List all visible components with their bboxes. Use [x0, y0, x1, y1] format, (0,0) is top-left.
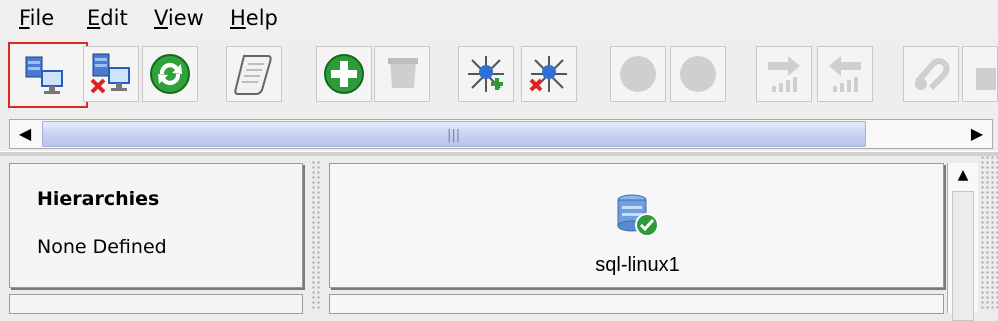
circle-icon	[680, 56, 716, 92]
scroll-up-arrow-icon[interactable]: ▲	[948, 165, 978, 185]
view-log-button[interactable]	[226, 46, 282, 102]
connect-server-icon	[25, 56, 63, 94]
add-resource-icon	[468, 56, 504, 92]
hierarchies-panel[interactable]: Hierarchies None Defined	[9, 163, 303, 288]
delete-icon	[388, 58, 418, 88]
server-node-panel-lower	[329, 294, 944, 314]
toolbar-horizontal-scrollbar[interactable]: ◀ ||| ▶	[9, 119, 993, 149]
remove-resource-icon	[529, 56, 567, 92]
add-plus-icon	[324, 54, 364, 94]
server-node-panel[interactable]: sql-linux1	[329, 163, 944, 288]
divider	[0, 151, 998, 156]
menu-view[interactable]: View	[154, 5, 204, 31]
hierarchies-title: Hierarchies	[37, 188, 160, 210]
add-resource-button[interactable]	[458, 46, 514, 102]
hierarchies-panel-lower	[9, 294, 303, 314]
scroll-thumb[interactable]: |||	[42, 121, 866, 147]
menu-file[interactable]: File	[19, 5, 54, 31]
link-button[interactable]	[903, 46, 959, 102]
server-node-label[interactable]: sql-linux1	[330, 254, 945, 277]
partial-icon	[976, 68, 996, 90]
scroll-left-arrow-icon[interactable]: ◀	[10, 120, 40, 148]
right-splitter[interactable]	[980, 155, 998, 310]
toolbar-overflow-button[interactable]	[962, 46, 998, 102]
add-button[interactable]	[316, 46, 372, 102]
circle-icon	[620, 56, 656, 92]
panel-splitter[interactable]	[311, 160, 321, 310]
arrow-right-bars-icon	[768, 56, 800, 92]
hierarchies-status: None Defined	[37, 236, 167, 258]
menu-edit[interactable]: Edit	[87, 5, 128, 31]
connect-server-button[interactable]	[8, 42, 88, 108]
move-right-button[interactable]	[756, 46, 812, 102]
toolbar	[0, 38, 998, 118]
arrow-left-bars-icon	[829, 56, 861, 92]
vertical-scrollbar[interactable]: ▲	[947, 163, 978, 321]
remove-resource-button[interactable]	[521, 46, 577, 102]
link-icon	[914, 58, 950, 91]
move-left-button[interactable]	[817, 46, 873, 102]
menu-bar: File Edit View Help	[0, 0, 998, 38]
scroll-right-arrow-icon[interactable]: ▶	[962, 120, 992, 148]
stop-button[interactable]	[670, 46, 726, 102]
disconnect-server-button[interactable]	[83, 46, 139, 102]
disconnect-server-icon	[90, 53, 130, 94]
refresh-button[interactable]	[142, 46, 198, 102]
refresh-icon	[150, 54, 190, 94]
start-button[interactable]	[610, 46, 666, 102]
server-ok-icon	[617, 194, 659, 237]
scroll-log-icon	[234, 55, 272, 95]
menu-help[interactable]: Help	[230, 5, 278, 31]
vertical-scroll-thumb[interactable]	[952, 191, 974, 321]
delete-button[interactable]	[374, 46, 430, 102]
grip-icon: |||	[447, 128, 461, 143]
